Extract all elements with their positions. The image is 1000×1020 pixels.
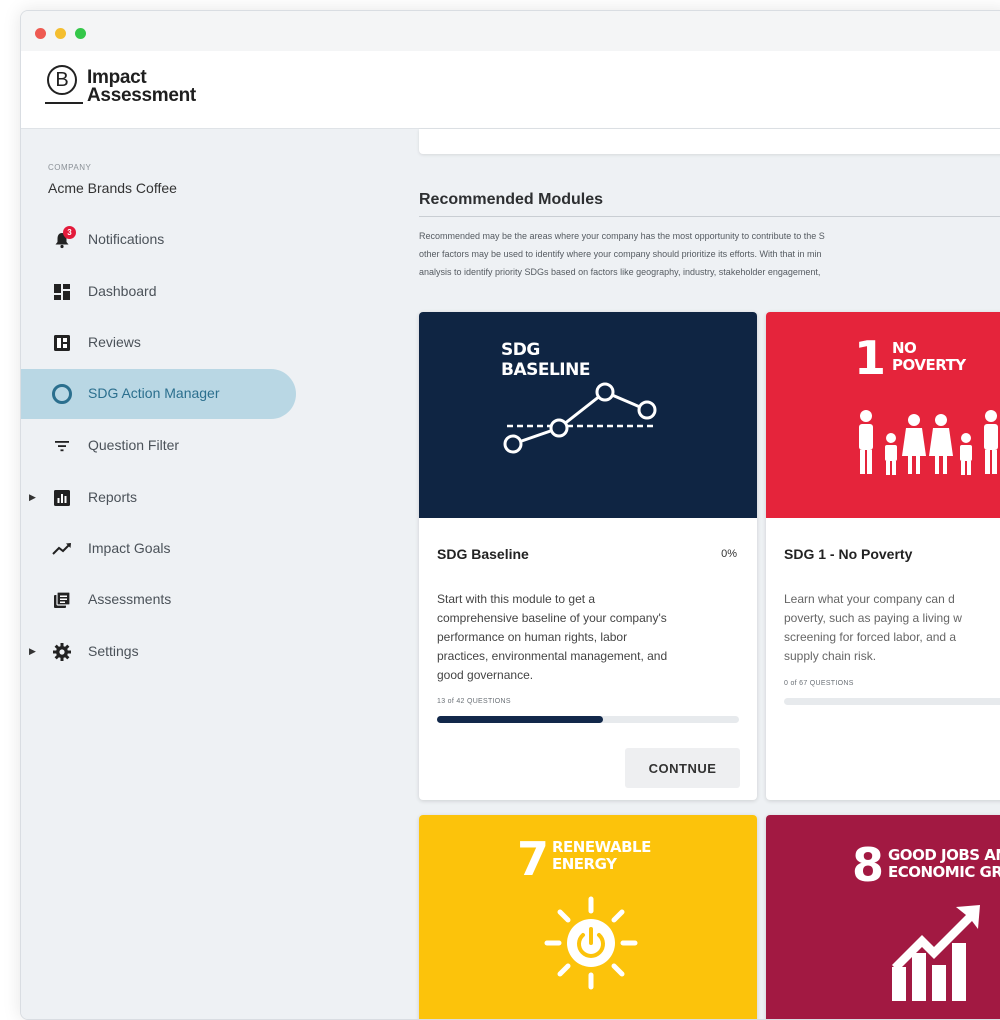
sidebar-item-impact-goals[interactable]: Impact Goals bbox=[21, 524, 296, 574]
module-card-good-jobs[interactable]: 8 GOOD JOBS AND ECONOMIC GROW bbox=[766, 815, 1000, 1019]
section-divider bbox=[419, 216, 1000, 217]
family-icon bbox=[859, 410, 998, 475]
hero-line: GOOD JOBS AND bbox=[888, 846, 1000, 864]
maximize-window-button[interactable] bbox=[75, 28, 86, 39]
company-name: Acme Brands Coffee bbox=[48, 180, 177, 196]
sidebar-item-label: SDG Action Manager bbox=[88, 385, 220, 401]
sidebar-item-assessments[interactable]: Assessments bbox=[21, 575, 296, 625]
module-card-renewable-energy[interactable]: 7 RENEWABLE ENERGY bbox=[419, 815, 757, 1019]
sidebar-item-question-filter[interactable]: Question Filter bbox=[21, 421, 296, 471]
app-header: B Impact Assessment bbox=[21, 51, 1000, 129]
question-count: 0 of 67 QUESTIONS bbox=[784, 680, 854, 687]
sdg-number: 7 bbox=[517, 832, 549, 886]
continue-button[interactable]: CONTNUE bbox=[625, 748, 740, 788]
sidebar-item-label: Reports bbox=[88, 489, 138, 505]
question-count: 13 of 42 QUESTIONS bbox=[437, 698, 511, 705]
hero-line: ENERGY bbox=[552, 855, 617, 873]
description-line: screening for forced labor, and a bbox=[784, 630, 957, 644]
sdg-number: 1 bbox=[854, 331, 886, 385]
sidebar-item-label: Notifications bbox=[88, 231, 165, 247]
minimize-window-button[interactable] bbox=[55, 28, 66, 39]
section-title: Recommended Modules bbox=[419, 191, 604, 208]
sidebar-item-label: Impact Goals bbox=[88, 540, 171, 556]
module-description: Start with this module to get a comprehe… bbox=[437, 590, 742, 685]
hero-line: BASELINE bbox=[501, 360, 590, 380]
description-line: poverty, such as paying a living w bbox=[784, 611, 962, 625]
previous-card-edge bbox=[419, 129, 1000, 154]
hero-line: POVERTY bbox=[892, 356, 966, 374]
description-line: good governance. bbox=[437, 668, 534, 682]
sidebar-item-label: Dashboard bbox=[88, 283, 157, 299]
description-line: supply chain risk. bbox=[784, 649, 877, 663]
module-title: SDG Baseline bbox=[437, 546, 529, 562]
progress-bar bbox=[784, 698, 1000, 705]
sidebar-item-sdg-action-manager[interactable]: SDG Action Manager bbox=[21, 369, 296, 419]
description-line: Start with this module to get a bbox=[437, 592, 596, 606]
hero-title: SDG BASELINE bbox=[501, 340, 590, 380]
ring-icon bbox=[51, 383, 73, 405]
baseline-chart-icon bbox=[503, 382, 657, 454]
sidebar: COMPANY Acme Brands Coffee 3 Notificatio… bbox=[21, 129, 411, 1019]
sidebar-item-label: Reviews bbox=[88, 334, 141, 350]
description-line: comprehensive baseline of your company's bbox=[437, 611, 667, 625]
logo-text: Impact Assessment bbox=[87, 68, 196, 106]
logo-underline bbox=[45, 102, 83, 104]
hero-title: NO POVERTY bbox=[892, 340, 966, 374]
hero-title: GOOD JOBS AND ECONOMIC GROW bbox=[888, 847, 1000, 881]
description-line: Recommended may be the areas where your … bbox=[419, 231, 825, 241]
close-window-button[interactable] bbox=[35, 28, 46, 39]
module-hero: SDG BASELINE bbox=[419, 312, 757, 518]
title-bar bbox=[21, 11, 1000, 51]
description-line: performance on human rights, labor bbox=[437, 630, 628, 644]
module-hero: 1 NO POVERTY bbox=[766, 312, 1000, 518]
growth-chart-icon bbox=[892, 905, 980, 1001]
expand-caret-icon[interactable]: ▶ bbox=[29, 492, 36, 503]
dashboard-icon bbox=[51, 281, 73, 303]
description-line: other factors may be used to identify wh… bbox=[419, 249, 822, 259]
module-percent: 0% bbox=[721, 548, 737, 560]
sidebar-item-label: Question Filter bbox=[88, 437, 180, 453]
module-card-no-poverty[interactable]: 1 NO POVERTY SDG 1 - No Poverty Learn wh… bbox=[766, 312, 1000, 800]
sidebar-item-label: Assessments bbox=[88, 591, 172, 607]
app-window: B Impact Assessment COMPANY Acme Brands … bbox=[20, 10, 1000, 1020]
module-description: Learn what your company can d poverty, s… bbox=[784, 590, 1000, 666]
progress-bar bbox=[437, 716, 739, 723]
hero-title: RENEWABLE ENERGY bbox=[552, 839, 651, 873]
description-line: analysis to identify priority SDGs based… bbox=[419, 267, 821, 277]
module-card-sdg-baseline[interactable]: SDG BASELINE SDG Baseline 0% Start with … bbox=[419, 312, 757, 800]
module-hero: 7 RENEWABLE ENERGY bbox=[419, 815, 757, 1019]
sidebar-item-settings[interactable]: ▶ Settings bbox=[21, 627, 296, 677]
section-description: Recommended may be the areas where your … bbox=[419, 227, 1000, 281]
sidebar-item-notifications[interactable]: 3 Notifications bbox=[21, 215, 296, 265]
hero-line: ECONOMIC GROW bbox=[888, 863, 1000, 881]
logo-line-2: Assessment bbox=[87, 85, 196, 106]
sdg-number: 8 bbox=[852, 838, 884, 892]
hero-line: SDG bbox=[501, 340, 540, 360]
gear-icon bbox=[51, 641, 73, 663]
reviews-icon bbox=[51, 332, 73, 354]
filter-icon bbox=[51, 435, 73, 457]
description-line: Learn what your company can d bbox=[784, 592, 955, 606]
bell-icon: 3 bbox=[51, 226, 76, 251]
notification-badge: 3 bbox=[63, 226, 76, 239]
trend-icon bbox=[51, 538, 73, 560]
expand-caret-icon[interactable]: ▶ bbox=[29, 646, 36, 657]
b-corp-logo: B bbox=[47, 65, 77, 95]
main-content: Recommended Modules Recommended may be t… bbox=[411, 129, 1000, 1019]
reports-icon bbox=[51, 487, 73, 509]
description-line: practices, environmental management, and bbox=[437, 649, 668, 663]
assessments-icon bbox=[51, 589, 73, 611]
sidebar-item-reports[interactable]: ▶ Reports bbox=[21, 473, 296, 523]
sun-power-icon bbox=[544, 896, 638, 990]
module-hero: 8 GOOD JOBS AND ECONOMIC GROW bbox=[766, 815, 1000, 1019]
module-title: SDG 1 - No Poverty bbox=[784, 546, 913, 562]
sidebar-item-label: Settings bbox=[88, 643, 139, 659]
sidebar-item-dashboard[interactable]: Dashboard bbox=[21, 267, 296, 317]
progress-fill bbox=[437, 716, 604, 723]
sidebar-item-reviews[interactable]: Reviews bbox=[21, 318, 296, 368]
company-caption: COMPANY bbox=[48, 163, 92, 172]
hero-line: NO bbox=[892, 339, 917, 357]
hero-line: RENEWABLE bbox=[552, 838, 651, 856]
